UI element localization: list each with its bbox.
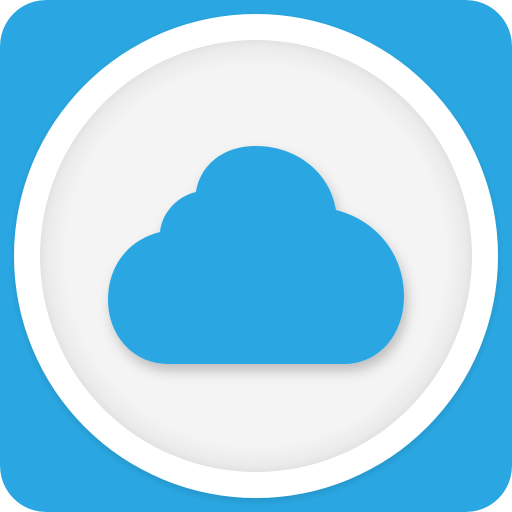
app-icon-tile[interactable] xyxy=(0,0,512,512)
app-icon-graphic xyxy=(0,0,512,512)
